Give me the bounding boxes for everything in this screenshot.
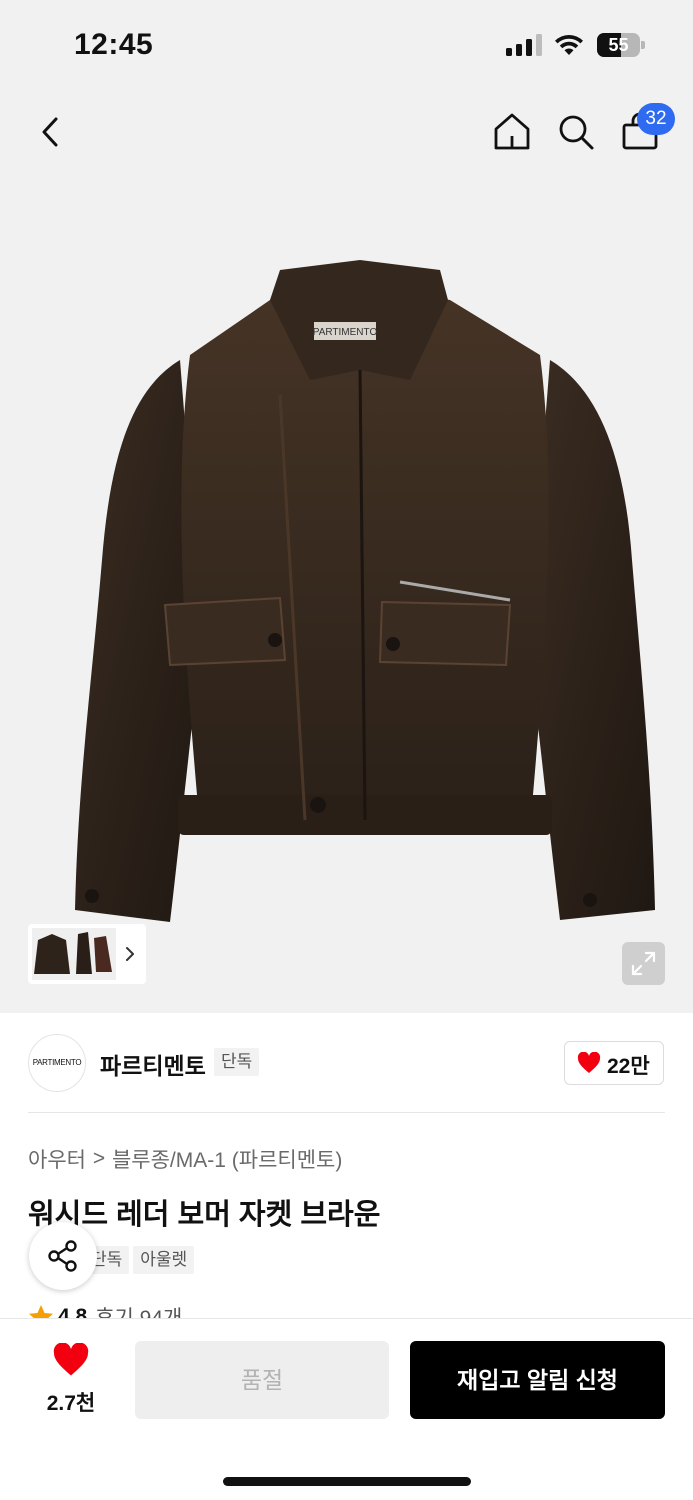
brand-logo[interactable]: PARTIMENTO [28,1034,86,1092]
brand-like-count: 22만 [607,1055,650,1078]
share-button[interactable] [29,1222,97,1290]
expand-image-button[interactable] [622,942,665,985]
product-photo: PARTIMENTO [75,260,655,922]
product-tags: 단독 아울렛 [84,1246,198,1276]
restock-alert-button[interactable]: 재입고 알림 신청 [410,1341,665,1419]
chevron-right-icon[interactable] [120,939,140,969]
brand-row[interactable]: PARTIMENTO 파르티멘토 단독 22만 [0,1013,693,1113]
heart-icon [577,1052,601,1073]
battery-percent: 55 [608,35,629,55]
status-time: 12:45 [74,28,154,61]
home-indicator [223,1477,471,1486]
expand-icon [631,951,656,976]
product-image-area[interactable]: 32 PARTIMENTO [0,90,693,1013]
battery-indicator: 55 [597,33,645,57]
tag-outlet: 아울렛 [133,1246,195,1274]
share-icon [48,1240,77,1272]
cellular-signal-icon [506,34,542,56]
sold-out-button: 품절 [135,1341,389,1419]
breadcrumb-category[interactable]: 아우터 [28,1149,86,1172]
breadcrumb: 아우터 > 블루종/MA-1 (파르티멘토) [28,1144,342,1172]
divider [28,1112,665,1113]
top-nav: 32 [0,90,693,180]
thumbnail-images[interactable] [32,928,116,980]
back-button[interactable] [34,110,68,154]
wifi-icon [555,35,583,55]
exclusive-badge: 단독 [214,1048,260,1076]
brand-name[interactable]: 파르티멘토 [100,1047,206,1081]
breadcrumb-subcategory[interactable]: 블루종/MA-1 (파르티멘토) [112,1149,342,1172]
like-button[interactable]: 2.7천 [28,1339,114,1419]
bottom-action-bar: 2.7천 품절 재입고 알림 신청 [0,1318,693,1500]
thumbnail-strip[interactable] [28,924,146,984]
search-button[interactable] [556,110,596,154]
status-bar: 12:45 55 [0,0,693,90]
jacket-label: PARTIMENTO [313,327,378,338]
breadcrumb-separator: > [92,1147,106,1170]
home-button[interactable] [492,110,532,154]
brand-like-button[interactable]: 22만 [564,1041,664,1085]
like-count: 2.7천 [46,1392,96,1415]
heart-icon [53,1343,89,1376]
cart-count-badge: 32 [637,103,675,135]
